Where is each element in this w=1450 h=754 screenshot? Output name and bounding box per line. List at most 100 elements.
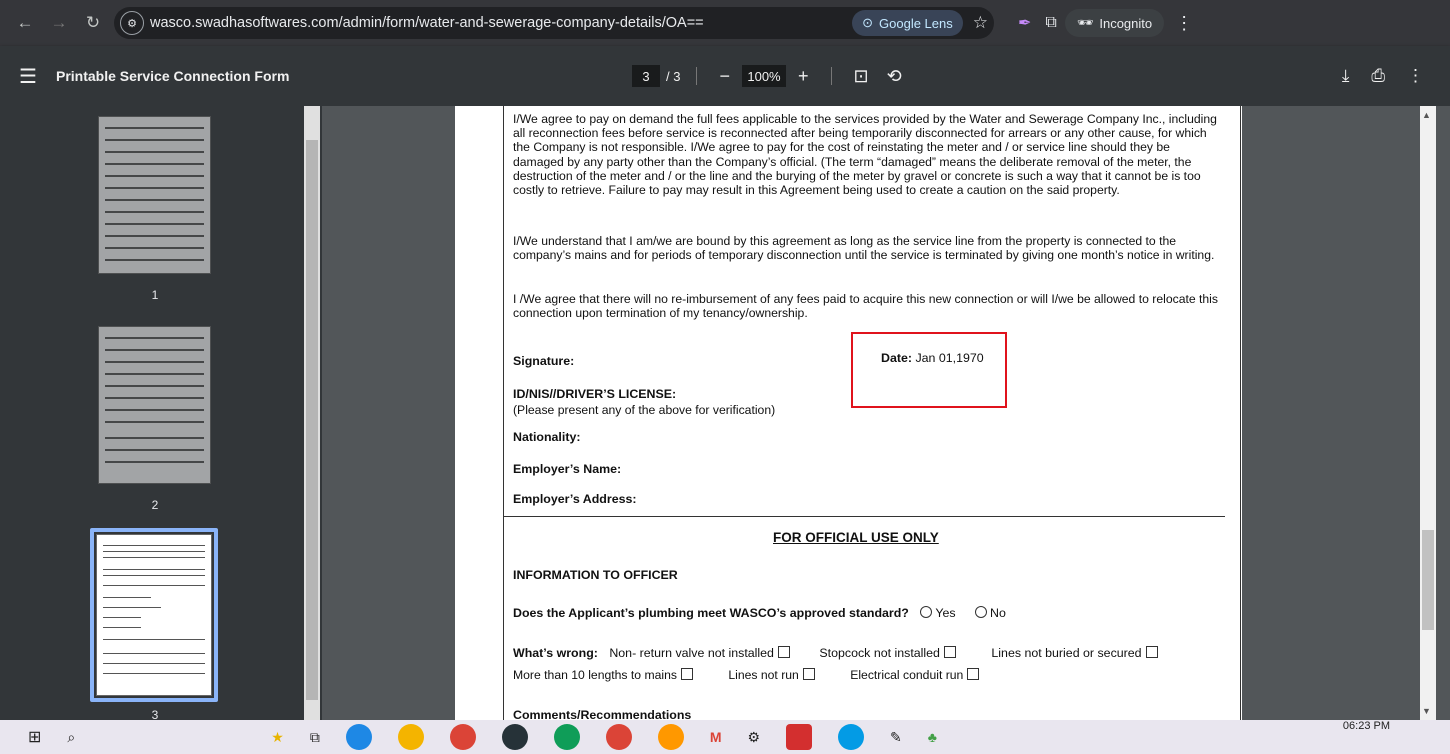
employer-name-label: Employer’s Name: [513, 462, 622, 476]
option-label: Stopcock not installed [819, 646, 940, 660]
site-info-icon[interactable]: ⚙ [120, 11, 144, 35]
signature-label: Signature: [513, 354, 575, 368]
feather-extension-icon[interactable]: ✒ [1018, 13, 1031, 33]
edge-icon[interactable] [553, 724, 580, 750]
electrical-conduit-checkbox[interactable] [967, 668, 980, 680]
viewer-scrollbar-thumb[interactable] [1422, 530, 1434, 630]
id-verification-note: (Please present any of the above for ver… [513, 403, 776, 417]
pdf-page: I/We agree to pay on demand the full fee… [455, 106, 1242, 720]
clock[interactable]: 06:23 PM [1343, 720, 1390, 732]
date-highlight-box [851, 332, 1007, 408]
incognito-icon: 🕶 [1076, 15, 1094, 30]
zoom-out-icon[interactable]: − [713, 66, 736, 87]
bookmark-star-icon[interactable]: ☆ [973, 13, 988, 33]
task-view-icon[interactable]: ⧉ [310, 729, 320, 746]
id-license-label: ID/NIS//DRIVER’S LICENSE: [513, 387, 677, 401]
option-label: Lines not run [728, 668, 799, 682]
reload-icon[interactable]: ↻ [76, 6, 110, 40]
page-thumbnail-3[interactable] [96, 534, 212, 696]
download-icon[interactable]: ⤓ [1342, 66, 1350, 86]
whats-wrong-label: What’s wrong: [513, 646, 598, 660]
option-label: More than 10 lengths to mains [513, 668, 677, 682]
settings-icon[interactable]: ⚙ [747, 729, 760, 746]
more-than-10-lengths-checkbox[interactable] [680, 668, 693, 680]
page-number-input[interactable]: 3 [632, 65, 660, 87]
agreement-paragraph-binding: I/We understand that I am/we are bound b… [513, 234, 1215, 263]
lens-icon: ⊙ [862, 15, 874, 30]
notepad-icon[interactable]: ✎ [890, 729, 902, 746]
yes-radio[interactable] [920, 606, 933, 618]
no-radio[interactable] [975, 606, 987, 618]
weather-icon[interactable]: ★ [271, 729, 284, 746]
page-thumbnail-1[interactable] [98, 116, 211, 274]
date-label: Date: [881, 351, 912, 365]
url-text[interactable]: wasco.swadhasoftwares.com/admin/form/wat… [150, 15, 704, 31]
page-thumbnail-2[interactable] [98, 326, 211, 484]
pdf-toolbar: ☰ Printable Service Connection Form 3 / … [0, 46, 1450, 106]
page-total: / 3 [666, 68, 681, 84]
comments-label: Comments/Recommendations [513, 708, 692, 720]
whats-wrong-row-2: More than 10 lengths to mains Lines not … [513, 668, 980, 682]
lines-not-buried-checkbox[interactable] [1145, 646, 1158, 658]
incognito-badge[interactable]: 🕶 Incognito [1064, 9, 1165, 37]
plumbing-question: Does the Applicant’s plumbing meet WASCO… [513, 606, 909, 620]
agreement-paragraph-reimbursement: I /We agree that there will no re-imburs… [513, 292, 1218, 321]
taskbar-search-icon[interactable]: ⌕ [67, 729, 75, 746]
non-return-valve-checkbox[interactable] [777, 646, 790, 658]
yes-label: Yes [935, 606, 956, 620]
hamburger-menu-icon[interactable]: ☰ [0, 64, 56, 89]
option-label: Lines not buried or secured [991, 646, 1142, 660]
option-label: Electrical conduit run [850, 668, 964, 682]
back-icon[interactable]: ← [8, 6, 42, 40]
address-bar[interactable]: ⚙ wasco.swadhasoftwares.com/admin/form/w… [114, 7, 994, 39]
zoom-in-icon[interactable]: + [792, 66, 815, 87]
date-field: Date: Jan 01,1970 [881, 351, 984, 365]
skype-icon[interactable] [838, 724, 865, 750]
extensions-puzzle-icon[interactable]: ⧉ [1045, 14, 1056, 32]
app-icon[interactable] [501, 724, 528, 750]
nationality-label: Nationality: [513, 430, 581, 444]
plumbing-question-row: Does the Applicant’s plumbing meet WASCO… [513, 606, 1006, 620]
google-lens-button[interactable]: ⊙ Google Lens [852, 10, 963, 36]
zoom-input[interactable]: 100% [741, 65, 786, 87]
app-icon[interactable] [786, 724, 813, 750]
app-icon[interactable]: ♣ [928, 729, 937, 745]
rotate-icon[interactable]: ⟲ [881, 66, 908, 87]
browser-toolbar: ← → ↻ ⚙ wasco.swadhasoftwares.com/admin/… [0, 0, 1450, 46]
sidebar-scrollbar-thumb[interactable] [306, 140, 318, 700]
employer-address-label: Employer’s Address: [513, 492, 637, 506]
document-title: Printable Service Connection Form [56, 68, 290, 84]
gmail-icon[interactable]: M [710, 729, 722, 745]
file-explorer-icon[interactable] [397, 724, 424, 750]
chrome-icon[interactable] [449, 724, 476, 750]
whats-wrong-row: What’s wrong: Non- return valve not inst… [513, 646, 1158, 660]
incognito-label: Incognito [1099, 15, 1153, 31]
divider [830, 67, 832, 85]
app-icon[interactable] [657, 724, 684, 750]
section-divider [503, 516, 1225, 517]
thumbnail-label: 2 [151, 498, 159, 512]
lines-not-run-checkbox[interactable] [802, 668, 815, 680]
scroll-up-icon[interactable]: ▲ [1422, 110, 1431, 120]
option-label: Non- return valve not installed [609, 646, 774, 660]
windows-taskbar: ⊞ ⌕ ★ ⧉ M ⚙ ✎ ♣ 06:23 PM [0, 720, 1450, 754]
app-icon[interactable] [345, 724, 372, 750]
thumbnail-label: 1 [151, 288, 159, 302]
more-options-icon[interactable]: ⋮ [1407, 66, 1424, 86]
windows-start-icon[interactable]: ⊞ [28, 727, 41, 747]
agreement-paragraph-fees: I/We agree to pay on demand the full fee… [513, 112, 1217, 198]
stopcock-checkbox[interactable] [943, 646, 956, 658]
lens-label: Google Lens [879, 15, 953, 31]
official-use-heading: FOR OFFICIAL USE ONLY [773, 530, 939, 545]
chrome-icon[interactable] [605, 724, 632, 750]
forward-icon[interactable]: → [42, 6, 76, 40]
print-icon[interactable]: ⎙ [1371, 66, 1385, 86]
scroll-down-icon[interactable]: ▼ [1422, 706, 1431, 716]
no-label: No [990, 606, 1006, 620]
fit-page-icon[interactable]: ⊡ [848, 66, 875, 87]
chrome-menu-icon[interactable]: ⋮ [1174, 13, 1194, 34]
thumbnail-sidebar: 1 2 3 [0, 106, 322, 722]
info-to-officer-heading: INFORMATION TO OFFICER [513, 568, 678, 582]
divider [696, 67, 698, 85]
date-value: Jan 01,1970 [915, 351, 984, 365]
